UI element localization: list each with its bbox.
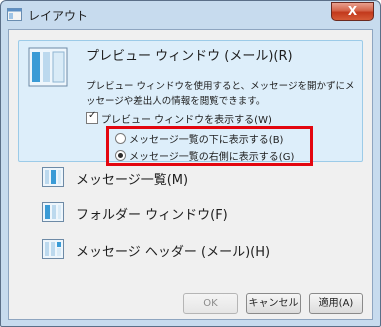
preview-pane-description: プレビュー ウィンドウを使用すると、メッセージを開かずにメッセージや差出人の情報…	[86, 81, 355, 107]
cancel-button[interactable]: キャンセル	[246, 293, 301, 314]
close-button[interactable]: X	[331, 2, 374, 21]
message-header-option[interactable]: メッセージ ヘッダー (メール)(H)	[9, 234, 372, 266]
close-icon: X	[347, 4, 358, 18]
ok-button[interactable]: OK	[183, 293, 238, 314]
radio-below-list[interactable]: メッセージ一覧の下に表示する(B)	[115, 131, 283, 146]
message-list-icon	[42, 167, 64, 187]
message-header-icon	[42, 239, 64, 259]
message-list-label: メッセージ一覧(M)	[76, 173, 189, 188]
preview-pane-icon	[28, 47, 68, 87]
radio-right-of-list[interactable]: メッセージ一覧の右側に表示する(G)	[115, 148, 294, 163]
preview-pane-label: プレビュー ウィンドウ (メール)(R)	[86, 49, 293, 64]
show-preview-label: プレビュー ウィンドウを表示する(W)	[101, 115, 272, 126]
message-list-option[interactable]: メッセージ一覧(M)	[9, 162, 372, 194]
radio-selected-icon	[115, 150, 126, 161]
message-header-label: メッセージ ヘッダー (メール)(H)	[76, 245, 271, 260]
window-title: レイアウト	[28, 9, 89, 23]
preview-pane-option[interactable]: プレビュー ウィンドウ (メール)(R) プレビュー ウィンドウを使用すると、メ…	[18, 40, 363, 166]
radio-below-label: メッセージ一覧の下に表示する(B)	[129, 135, 284, 146]
title-bar: レイアウト X	[1, 1, 380, 29]
radio-icon	[115, 133, 126, 144]
dialog-content: プレビュー ウィンドウ (メール)(R) プレビュー ウィンドウを使用すると、メ…	[8, 29, 373, 320]
checkbox-icon: ✓	[86, 110, 98, 124]
show-preview-checkbox[interactable]: ✓ プレビュー ウィンドウを表示する(W)	[86, 110, 272, 126]
layout-dialog: レイアウト X プレビュー ウィンドウ (メール)(R) プレビュー ウィンドウ…	[0, 0, 381, 327]
folder-window-option[interactable]: フォルダー ウィンドウ(F)	[9, 197, 372, 229]
apply-button[interactable]: 適用(A)	[309, 293, 363, 314]
folder-window-label: フォルダー ウィンドウ(F)	[76, 208, 228, 223]
window-icon	[7, 8, 22, 21]
position-radio-group: メッセージ一覧の下に表示する(B) メッセージ一覧の右側に表示する(G)	[106, 126, 313, 166]
folder-window-icon	[42, 202, 64, 222]
